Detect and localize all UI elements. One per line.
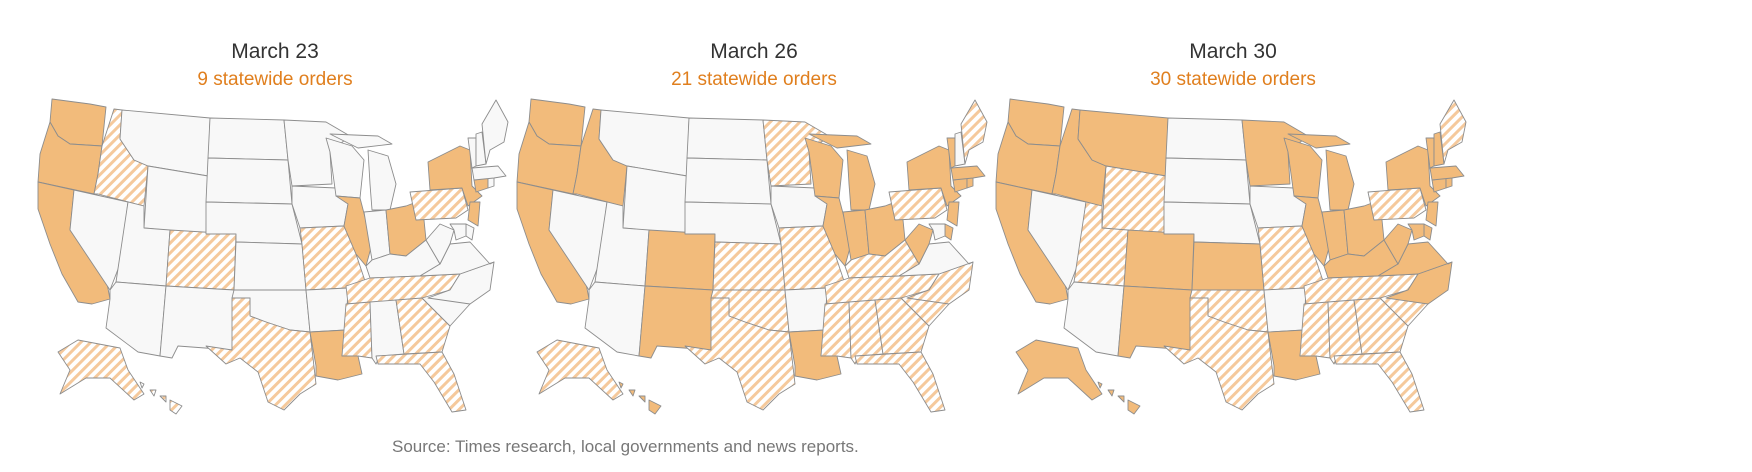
- state-nd: [207, 117, 289, 161]
- state-me: [1439, 99, 1467, 165]
- state-az: [1063, 281, 1125, 357]
- map-panel-3: March 30 30 statewide orders: [988, 38, 1478, 415]
- state-nj: [467, 201, 481, 227]
- state-ar: [305, 287, 349, 333]
- source-note: Source: Times research, local government…: [392, 437, 859, 456]
- map-date-title: March 26: [710, 40, 798, 63]
- state-de: [944, 223, 954, 241]
- map-date-title: March 30: [1189, 40, 1277, 63]
- orders-count-subtitle: 9 statewide orders: [197, 69, 353, 90]
- state-nj: [1425, 201, 1439, 227]
- state-sd: [684, 157, 772, 205]
- state-ms: [341, 301, 373, 359]
- state-co: [644, 229, 716, 291]
- state-nm: [159, 285, 235, 359]
- orders-count-subtitle: 30 statewide orders: [1150, 69, 1316, 90]
- state-wy: [622, 165, 688, 235]
- state-pa: [1367, 187, 1427, 221]
- state-nd: [1165, 117, 1247, 161]
- state-me: [481, 99, 509, 165]
- state-hi: [139, 381, 183, 415]
- state-ar: [1263, 287, 1307, 333]
- state-nm: [638, 285, 714, 359]
- state-nd: [686, 117, 768, 161]
- us-map: [37, 98, 509, 415]
- map-panel-1: March 23 9 statewide orders: [30, 38, 520, 415]
- state-nj: [946, 201, 960, 227]
- state-ms: [820, 301, 852, 359]
- state-hi: [1097, 381, 1141, 415]
- state-ak: [1015, 339, 1103, 401]
- state-de: [1423, 223, 1433, 241]
- state-wy: [143, 165, 209, 235]
- state-ak: [536, 339, 624, 401]
- state-ri: [487, 177, 495, 189]
- state-hi: [618, 381, 662, 415]
- state-ar: [784, 287, 828, 333]
- state-ak: [57, 339, 145, 401]
- state-co: [1123, 229, 1195, 291]
- state-de: [465, 223, 475, 241]
- state-ms: [1299, 301, 1331, 359]
- state-ma: [1429, 165, 1465, 181]
- state-ri: [1445, 177, 1453, 189]
- state-nm: [1117, 285, 1193, 359]
- state-ri: [966, 177, 974, 189]
- orders-count-subtitle: 21 statewide orders: [671, 69, 837, 90]
- state-pa: [888, 187, 948, 221]
- state-me: [960, 99, 988, 165]
- state-wy: [1101, 165, 1167, 235]
- state-ks: [1191, 241, 1265, 291]
- state-az: [584, 281, 646, 357]
- state-sd: [1163, 157, 1251, 205]
- state-az: [105, 281, 167, 357]
- state-ma: [950, 165, 986, 181]
- state-ks: [712, 241, 786, 291]
- state-fl: [375, 351, 467, 413]
- map-panel-2: March 26 21 statewide orders: [509, 38, 999, 415]
- us-map: [516, 98, 988, 415]
- map-date-title: March 23: [231, 40, 319, 63]
- state-sd: [205, 157, 293, 205]
- us-map: [995, 98, 1467, 415]
- state-fl: [854, 351, 946, 413]
- state-co: [165, 229, 237, 291]
- state-ks: [233, 241, 307, 291]
- state-pa: [409, 187, 469, 221]
- state-ma: [471, 165, 507, 181]
- state-fl: [1333, 351, 1425, 413]
